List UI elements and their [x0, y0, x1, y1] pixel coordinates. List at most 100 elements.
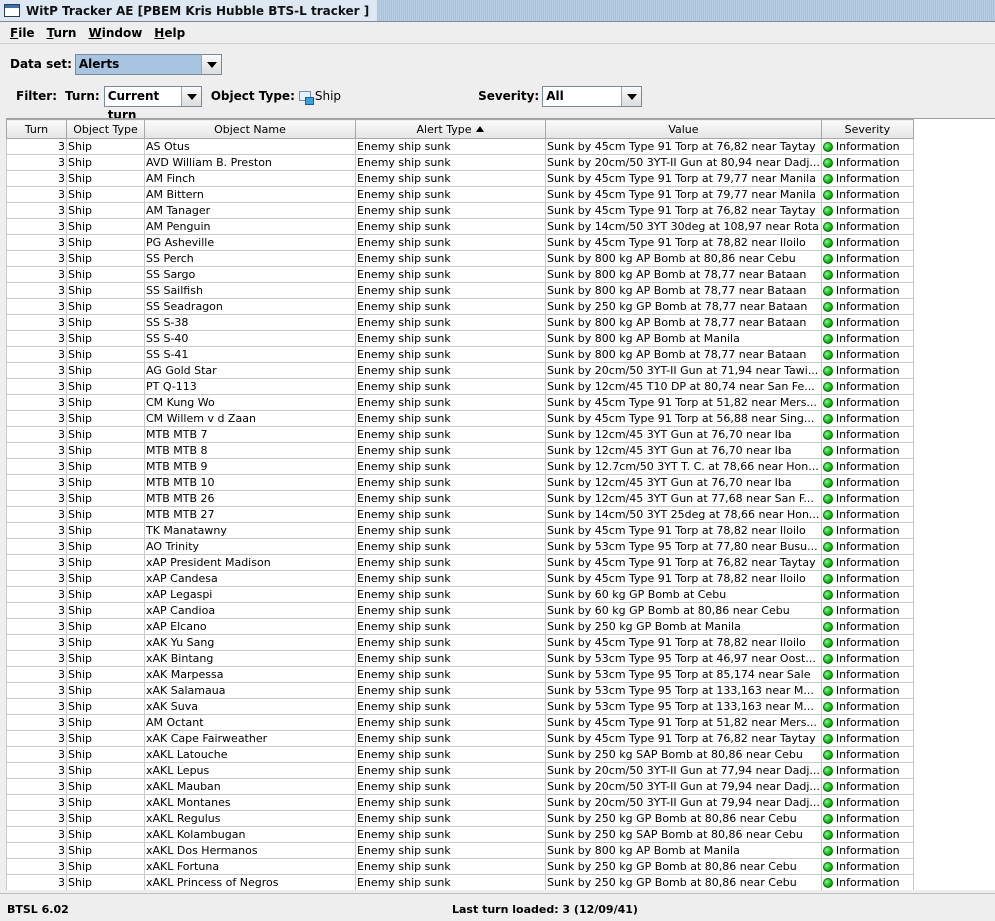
- alerts-table[interactable]: Turn Object Type Object Name Alert Type …: [6, 118, 995, 890]
- severity-text: Information: [835, 540, 900, 553]
- cell-severity: Information: [820, 858, 914, 875]
- cell-severity: Information: [820, 442, 914, 459]
- table-row[interactable]: 3 Ship xAKL Mauban Enemy ship sunk Sunk by 2…: [6, 778, 914, 795]
- table-row[interactable]: 3 Ship SS Sailfish Enemy ship sunk Sunk by 8…: [6, 282, 914, 299]
- table-row[interactable]: 3 Ship xAK Bintang Enemy ship sunk Sunk by 5…: [6, 650, 914, 667]
- cell-object-name: xAK Cape Fairweather: [144, 730, 356, 747]
- table-row[interactable]: 3 Ship xAK Cape Fairweather Enemy ship sunk…: [6, 730, 914, 747]
- menu-window[interactable]: Window: [88, 26, 142, 40]
- severity-combo[interactable]: All: [542, 85, 643, 107]
- table-row[interactable]: 3 Ship AM Penguin Enemy ship sunk Sunk by 14…: [6, 218, 914, 235]
- cell-alert-type: Enemy ship sunk: [355, 842, 546, 859]
- cell-severity: Information: [820, 826, 914, 843]
- menu-turn[interactable]: Turn: [47, 26, 77, 40]
- table-row[interactable]: 3 Ship AG Gold Star Enemy ship sunk Sunk by …: [6, 362, 914, 379]
- table-row[interactable]: 3 Ship xAP President Madison Enemy ship sun…: [6, 554, 914, 571]
- table-row[interactable]: 3 Ship TK Manatawny Enemy ship sunk Sunk by …: [6, 522, 914, 539]
- severity-text: Information: [835, 204, 900, 217]
- table-row[interactable]: 3 Ship xAKL Lepus Enemy ship sunk Sunk by 20…: [6, 762, 914, 779]
- cell-alert-type: Enemy ship sunk: [355, 362, 546, 379]
- cell-object-type: Ship: [66, 602, 145, 619]
- table-row[interactable]: 3 Ship xAK Marpessa Enemy ship sunk Sunk by …: [6, 666, 914, 683]
- table-row[interactable]: 3 Ship MTB MTB 7 Enemy ship sunk Sunk by 12c…: [6, 426, 914, 443]
- menu-help[interactable]: Help: [154, 26, 185, 40]
- cell-object-name: SS S-41: [144, 346, 356, 363]
- table-row[interactable]: 3 Ship MTB MTB 8 Enemy ship sunk Sunk by 12c…: [6, 442, 914, 459]
- table-row[interactable]: 3 Ship AM Octant Enemy ship sunk Sunk by 45c…: [6, 714, 914, 731]
- cell-object-name: AM Octant: [144, 714, 356, 731]
- title-bar[interactable]: WitP Tracker AE [PBEM Kris Hubble BTS-L …: [0, 0, 995, 22]
- table-row[interactable]: 3 Ship xAK Suva Enemy ship sunk Sunk by 53cm…: [6, 698, 914, 715]
- table-row[interactable]: 3 Ship MTB MTB 26 Enemy ship sunk Sunk by 12…: [6, 490, 914, 507]
- table-row[interactable]: 3 Ship SS S-40 Enemy ship sunk Sunk by 800 k…: [6, 330, 914, 347]
- cell-alert-type: Enemy ship sunk: [355, 314, 546, 331]
- table-row[interactable]: 3 Ship xAK Yu Sang Enemy ship sunk Sunk by 4…: [6, 634, 914, 651]
- table-row[interactable]: 3 Ship CM Kung Wo Enemy ship sunk Sunk by 45…: [6, 394, 914, 411]
- table-row[interactable]: 3 Ship AVD William B. Preston Enemy ship su…: [6, 154, 914, 171]
- table-row[interactable]: 3 Ship SS Perch Enemy ship sunk Sunk by 800 …: [6, 250, 914, 267]
- cell-object-type: Ship: [66, 650, 145, 667]
- table-row[interactable]: 3 Ship CM Willem v d Zaan Enemy ship sunk Su…: [6, 410, 914, 427]
- cell-alert-type: Enemy ship sunk: [355, 490, 546, 507]
- table-row[interactable]: 3 Ship AO Trinity Enemy ship sunk Sunk by 53…: [6, 538, 914, 555]
- table-row[interactable]: 3 Ship MTB MTB 10 Enemy ship sunk Sunk by 12…: [6, 474, 914, 491]
- table-row[interactable]: 3 Ship SS Sargo Enemy ship sunk Sunk by 800 …: [6, 266, 914, 283]
- table-row[interactable]: 3 Ship xAK Salamaua Enemy ship sunk Sunk by …: [6, 682, 914, 699]
- table-row[interactable]: 3 Ship PG Asheville Enemy ship sunk Sunk by …: [6, 234, 914, 251]
- table-row[interactable]: 3 Ship xAKL Kolambugan Enemy ship sunk Sunk …: [6, 826, 914, 843]
- column-header-object-name[interactable]: Object Name: [144, 119, 356, 139]
- chevron-down-icon[interactable]: [180, 86, 201, 106]
- dataset-combo[interactable]: Alerts: [74, 53, 222, 75]
- table-row[interactable]: 3 Ship SS Seadragon Enemy ship sunk Sunk by …: [6, 298, 914, 315]
- cell-object-type: Ship: [66, 666, 145, 683]
- green-dot-icon: [822, 334, 833, 344]
- cell-turn: 3: [6, 634, 67, 651]
- table-row[interactable]: 3 Ship xAKL Fortuna Enemy ship sunk Sunk by …: [6, 858, 914, 875]
- cell-value: Sunk by 45cm Type 91 Torp at 78,82 near …: [545, 234, 822, 251]
- table-row[interactable]: 3 Ship xAKL Regulus Enemy ship sunk Sunk by …: [6, 810, 914, 827]
- cell-value: Sunk by 250 kg GP Bomb at 80,86 near Ceb…: [545, 810, 822, 827]
- menu-file[interactable]: File: [10, 26, 35, 40]
- object-type-value[interactable]: Ship: [315, 89, 341, 103]
- cell-object-name: xAP Legaspi: [144, 586, 356, 603]
- column-header-severity[interactable]: Severity: [820, 119, 914, 139]
- ship-icon[interactable]: [298, 90, 314, 105]
- chevron-down-icon[interactable]: [200, 54, 221, 74]
- table-row[interactable]: 3 Ship SS S-41 Enemy ship sunk Sunk by 800 k…: [6, 346, 914, 363]
- cell-severity: Information: [820, 314, 914, 331]
- column-header-turn[interactable]: Turn: [6, 119, 67, 139]
- table-row[interactable]: 3 Ship MTB MTB 9 Enemy ship sunk Sunk by 12.…: [6, 458, 914, 475]
- table-row[interactable]: 3 Ship AM Tanager Enemy ship sunk Sunk by 45…: [6, 202, 914, 219]
- severity-text: Information: [835, 284, 900, 297]
- table-row[interactable]: 3 Ship xAP Legaspi Enemy ship sunk Sunk by 6…: [6, 586, 914, 603]
- menu-bar: File Turn Window Help: [0, 23, 995, 44]
- cell-object-name: AG Gold Star: [144, 362, 356, 379]
- table-row[interactable]: 3 Ship SS S-38 Enemy ship sunk Sunk by 800 k…: [6, 314, 914, 331]
- table-row[interactable]: 3 Ship xAKL Dos Hermanos Enemy ship sunk Sun…: [6, 842, 914, 859]
- table-row[interactable]: 3 Ship xAP Candesa Enemy ship sunk Sunk by 4…: [6, 570, 914, 587]
- table-row[interactable]: 3 Ship AM Finch Enemy ship sunk Sunk by 45cm…: [6, 170, 914, 187]
- turn-combo[interactable]: Current turn: [103, 85, 202, 122]
- table-row[interactable]: 3 Ship xAKL Princess of Negros Enemy ship s…: [6, 874, 914, 890]
- cell-severity: Information: [820, 186, 914, 203]
- cell-turn: 3: [6, 554, 67, 571]
- table-row[interactable]: 3 Ship xAP Candioa Enemy ship sunk Sunk by 6…: [6, 602, 914, 619]
- column-header-object-type[interactable]: Object Type: [66, 119, 145, 139]
- table-row[interactable]: 3 Ship xAP Elcano Enemy ship sunk Sunk by 25…: [6, 618, 914, 635]
- table-row[interactable]: 3 Ship xAKL Montanes Enemy ship sunk Sunk by…: [6, 794, 914, 811]
- cell-alert-type: Enemy ship sunk: [355, 618, 546, 635]
- cell-severity: Information: [820, 682, 914, 699]
- table-row[interactable]: 3 Ship AM Bittern Enemy ship sunk Sunk by 45…: [6, 186, 914, 203]
- column-header-alert-type[interactable]: Alert Type: [355, 119, 546, 139]
- column-header-value[interactable]: Value: [545, 119, 822, 139]
- chevron-down-icon[interactable]: [621, 86, 642, 106]
- green-dot-icon: [822, 670, 833, 680]
- cell-object-name: xAK Yu Sang: [144, 634, 356, 651]
- severity-text: Information: [835, 844, 900, 857]
- table-row[interactable]: 3 Ship xAKL Latouche Enemy ship sunk Sunk by…: [6, 746, 914, 763]
- table-row[interactable]: 3 Ship MTB MTB 27 Enemy ship sunk Sunk by 14…: [6, 506, 914, 523]
- table-row[interactable]: 3 Ship PT Q-113 Enemy ship sunk Sunk by 12cm…: [6, 378, 914, 395]
- cell-object-type: Ship: [66, 506, 145, 523]
- cell-object-type: Ship: [66, 234, 145, 251]
- table-row[interactable]: 3 Ship AS Otus Enemy ship sunk Sunk by 45cm …: [6, 138, 914, 155]
